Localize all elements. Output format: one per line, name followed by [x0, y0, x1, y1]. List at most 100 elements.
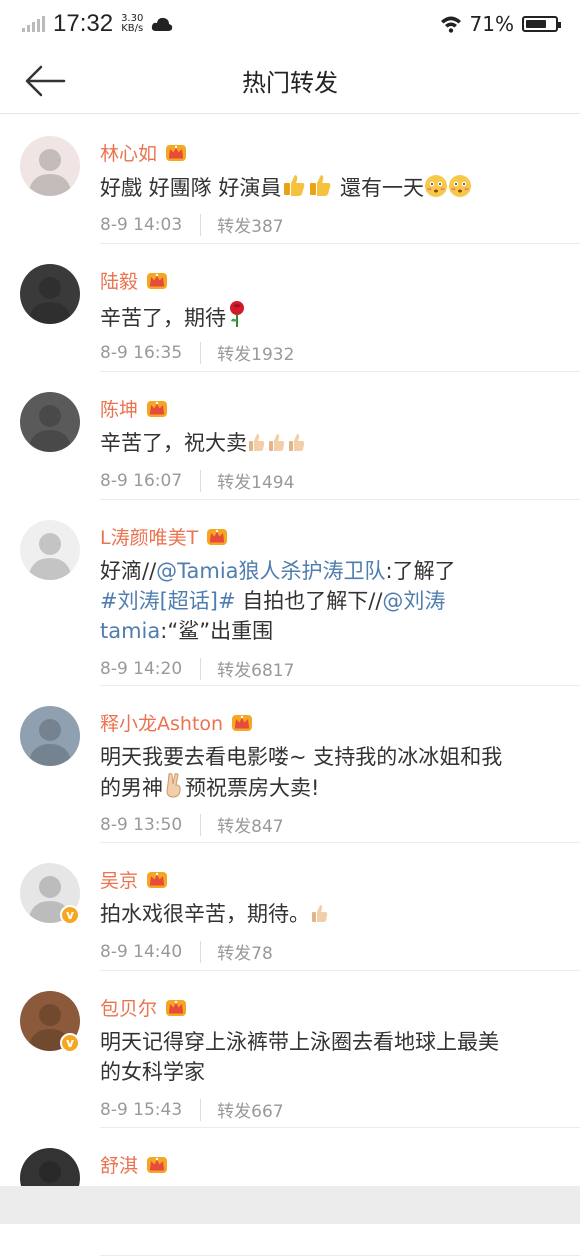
- repost-count[interactable]: 转发667: [217, 1097, 283, 1122]
- repost-meta: 8-9 15:43 转发667: [100, 1097, 284, 1122]
- user-name[interactable]: 吴京: [100, 866, 138, 893]
- text-segment: 预祝票房大卖!: [185, 776, 320, 800]
- battery-percent: 71%: [469, 12, 514, 36]
- repost-item[interactable]: 释小龙Ashton 明天我要去看电影喽~ 支持我的冰冰姐和我 的男神 预祝票房大卖! 8…: [0, 686, 580, 843]
- repost-count[interactable]: 转发847: [217, 812, 283, 837]
- repost-time: 8-9 15:43: [100, 1099, 183, 1120]
- text-segment: 好滴//: [100, 559, 157, 583]
- user-name[interactable]: L涛颜唯美T: [100, 523, 198, 550]
- user-name[interactable]: 陆毅: [100, 267, 138, 294]
- text-segment: 的男神: [100, 776, 163, 800]
- thumbs-up-icon: [249, 434, 265, 451]
- meta-divider: [200, 213, 202, 236]
- name-row: 释小龙Ashton: [100, 708, 253, 736]
- name-row: L涛颜唯美T: [100, 522, 228, 550]
- text-segment: 辛苦了，祝大卖: [100, 431, 247, 455]
- text-segment: 的女科学家: [100, 1060, 205, 1084]
- bottom-bar: [0, 1186, 580, 1224]
- mention-link[interactable]: tamia: [100, 619, 160, 643]
- repost-item[interactable]: 林心如 好戲 好團隊 好演員 還有一天 8-9 14:03 转发387: [0, 116, 580, 244]
- repost-meta: 8-9 14:20 转发6817: [100, 656, 294, 681]
- thumbs-up-icon: [289, 434, 305, 451]
- mention-link[interactable]: #刘涛[超话]#: [100, 589, 236, 613]
- repost-meta: 8-9 13:50 转发847: [100, 812, 284, 837]
- meta-divider: [200, 813, 202, 836]
- thumbs-up-icon: [269, 434, 285, 451]
- content-line: 的男神 预祝票房大卖!: [100, 772, 558, 803]
- repost-content: 好戲 好團隊 好演員 還有一天: [100, 172, 558, 203]
- name-row: 舒淇: [100, 1150, 168, 1178]
- nav-bar: 热门转发: [0, 48, 580, 114]
- avatar[interactable]: [20, 520, 80, 580]
- meta-divider: [200, 940, 202, 963]
- victory-hand-icon: [166, 773, 181, 798]
- thumbs-up-icon: [284, 175, 305, 196]
- status-time: 17:32: [53, 10, 114, 37]
- thumbs-up-icon: [310, 175, 331, 196]
- repost-count[interactable]: 转发6817: [217, 656, 294, 681]
- avatar[interactable]: [20, 392, 80, 452]
- signal-icon: [22, 16, 45, 32]
- repost-content: 明天我要去看电影喽~ 支持我的冰冰姐和我 的男神 预祝票房大卖!: [100, 742, 558, 803]
- text-segment: 明天我要去看电影喽~ 支持我的冰冰姐和我: [100, 745, 503, 769]
- user-name[interactable]: 舒淇: [100, 1151, 138, 1178]
- vip-crown-icon: [147, 273, 168, 289]
- vip-crown-icon: [147, 1157, 168, 1173]
- content-line: #刘涛[超话]# 自拍也了解下//@刘涛: [100, 586, 558, 616]
- verified-badge-icon: v: [60, 905, 80, 925]
- vip-crown-icon: [207, 529, 228, 545]
- repost-content: 拍水戏很辛苦，期待。: [100, 899, 558, 929]
- meta-divider: [200, 657, 202, 680]
- repost-time: 8-9 16:35: [100, 342, 183, 363]
- avatar[interactable]: [20, 264, 80, 324]
- cloud-icon: [152, 17, 173, 31]
- text-segment: 好戲 好團隊 好演員: [100, 176, 282, 200]
- user-name[interactable]: 陈坤: [100, 395, 138, 422]
- vip-crown-icon: [166, 1000, 187, 1016]
- repost-time: 8-9 14:20: [100, 658, 183, 679]
- repost-count[interactable]: 转发387: [217, 212, 283, 237]
- text-segment: 明天记得穿上泳裤带上泳圈去看地球上最美: [100, 1030, 499, 1054]
- repost-count[interactable]: 转发78: [217, 939, 273, 964]
- mention-link[interactable]: @Tamia狼人杀护涛卫队: [156, 559, 385, 583]
- repost-item[interactable]: L涛颜唯美T 好滴//@Tamia狼人杀护涛卫队:了解了 #刘涛[超话]# 自拍也了…: [0, 500, 580, 686]
- content-line: 明天记得穿上泳裤带上泳圈去看地球上最美: [100, 1027, 558, 1057]
- status-bar: 17:32 3.30 KB/s 71%: [0, 0, 580, 48]
- rose-icon: [230, 301, 244, 327]
- content-line: 明天我要去看电影喽~ 支持我的冰冰姐和我: [100, 742, 558, 772]
- avatar[interactable]: [20, 136, 80, 196]
- repost-content: 辛苦了，期待: [100, 300, 558, 333]
- repost-item[interactable]: 陆毅辛苦了，期待 8-9 16:35 转发1932: [0, 244, 580, 372]
- name-row: 林心如: [100, 138, 187, 166]
- repost-meta: 8-9 16:07 转发1494: [100, 468, 294, 493]
- repost-content: 明天记得穿上泳裤带上泳圈去看地球上最美 的女科学家: [100, 1027, 558, 1087]
- name-row: 陈坤: [100, 394, 168, 422]
- page-title: 热门转发: [242, 69, 338, 97]
- network-speed-unit: KB/s: [121, 23, 144, 34]
- repost-item[interactable]: v 包贝尔明天记得穿上泳裤带上泳圈去看地球上最美 的女科学家 8-9 15:43 转发6…: [0, 971, 580, 1128]
- vip-crown-icon: [166, 145, 187, 161]
- text-segment: 拍水戏很辛苦，期待。: [100, 902, 310, 926]
- repost-count[interactable]: 转发1932: [217, 340, 294, 365]
- verified-badge-icon: v: [60, 1033, 80, 1053]
- content-line: 好滴//@Tamia狼人杀护涛卫队:了解了: [100, 556, 558, 586]
- mention-link[interactable]: @刘涛: [382, 589, 445, 613]
- repost-item[interactable]: v 吴京拍水戏很辛苦，期待。 8-9 14:40 转发78: [0, 843, 580, 971]
- user-name[interactable]: 林心如: [100, 139, 157, 166]
- flushed-face-icon: [425, 175, 448, 197]
- vip-crown-icon: [147, 401, 168, 417]
- repost-time: 8-9 16:07: [100, 470, 183, 491]
- battery-icon: [522, 16, 561, 32]
- name-row: 陆毅: [100, 266, 168, 294]
- user-name[interactable]: 释小龙Ashton: [100, 709, 223, 736]
- text-segment: :了解了: [385, 559, 456, 583]
- repost-content: 好滴//@Tamia狼人杀护涛卫队:了解了 #刘涛[超话]# 自拍也了解下//@刘…: [100, 556, 558, 646]
- repost-item[interactable]: 陈坤辛苦了，祝大卖 8-9 16:07 转发1494: [0, 372, 580, 500]
- avatar[interactable]: [20, 706, 80, 766]
- repost-time: 8-9 14:40: [100, 941, 183, 962]
- thumbs-up-icon: [312, 905, 328, 922]
- name-row: 吴京: [100, 865, 168, 893]
- repost-count[interactable]: 转发1494: [217, 468, 294, 493]
- user-name[interactable]: 包贝尔: [100, 994, 157, 1021]
- back-arrow-icon[interactable]: [24, 64, 66, 98]
